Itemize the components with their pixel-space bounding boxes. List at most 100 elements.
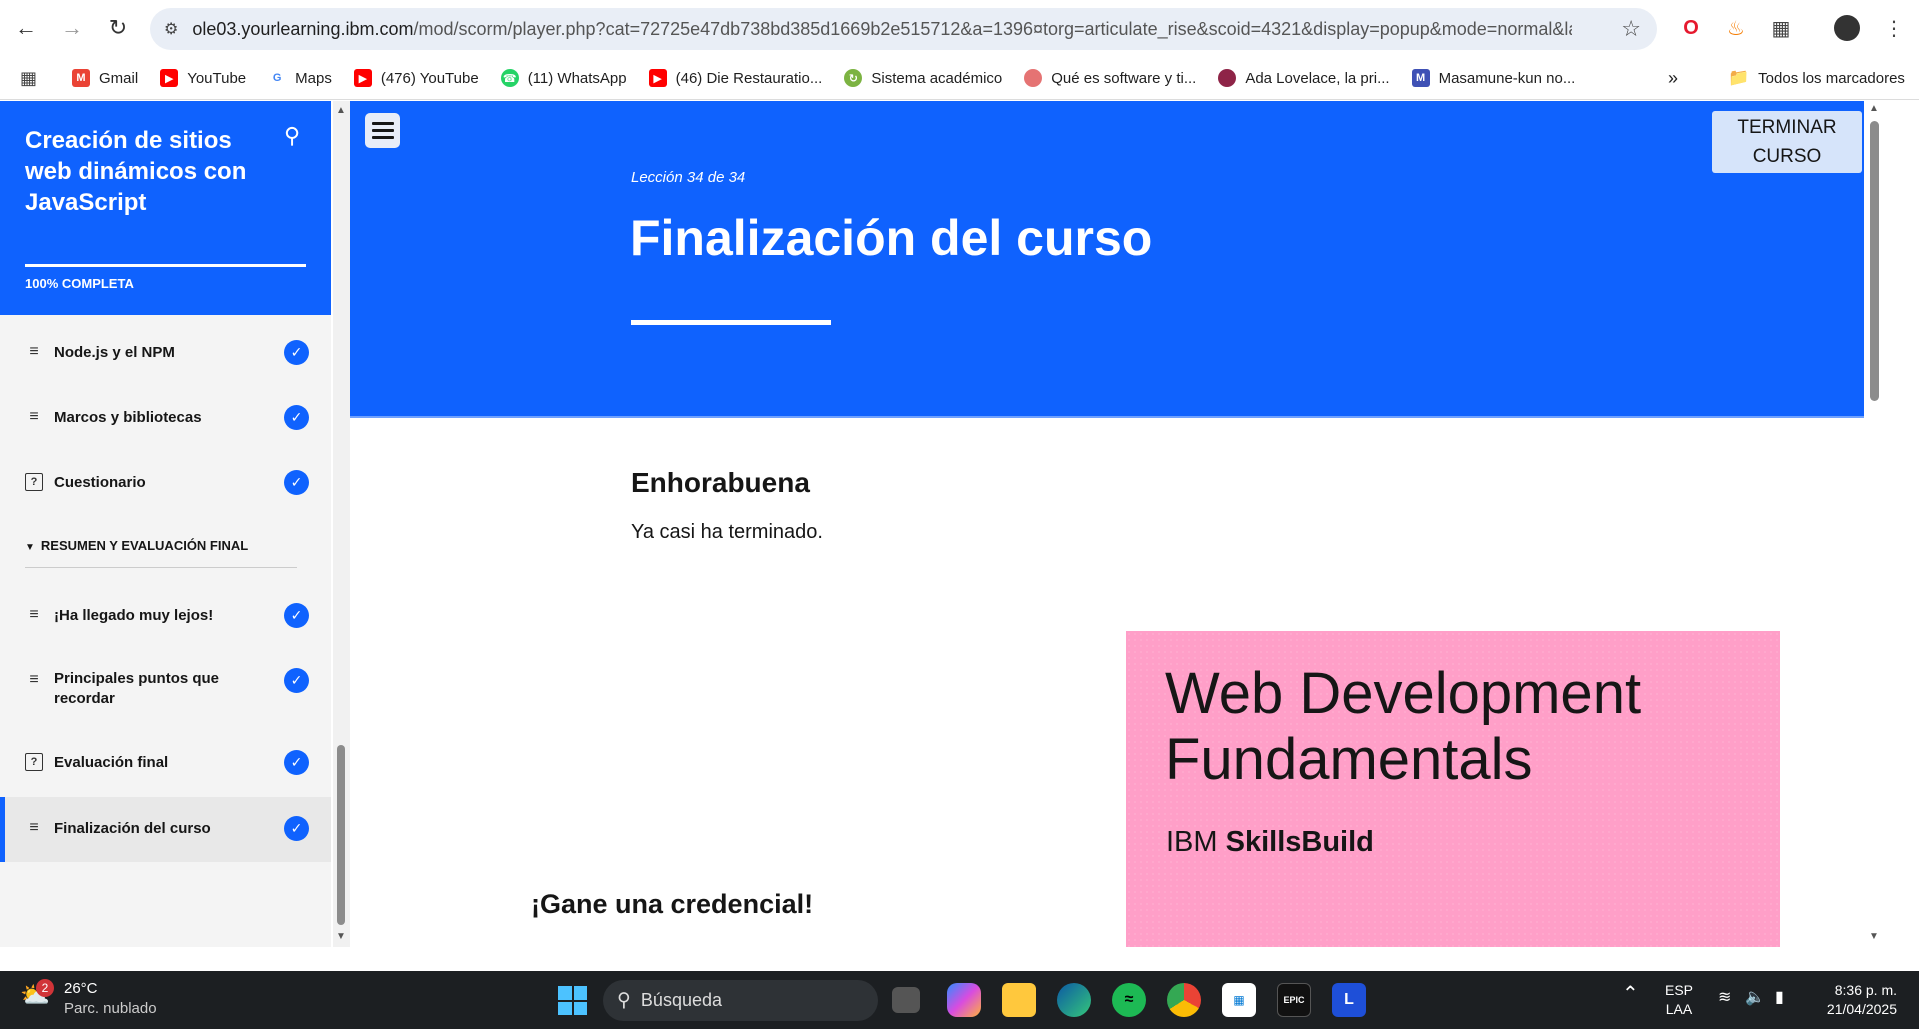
microsoft-store-icon[interactable]: ▦ [1222, 983, 1256, 1017]
sidebar-item-finalizacion[interactable]: ≡ Finalización del curso ✓ [0, 797, 331, 862]
bookmark-die-restauratio[interactable]: ▶ (46) Die Restauratio... [648, 69, 822, 87]
lesson-title: Finalización del curso [630, 210, 1153, 266]
chevron-up-icon[interactable]: ⌃ [1622, 984, 1639, 1004]
task-view-icon[interactable] [892, 987, 920, 1013]
section-divider [25, 567, 297, 568]
badge-title: Web Development Fundamentals [1165, 661, 1642, 792]
sidebar-item-cuestionario[interactable]: ? Cuestionario ✓ [0, 455, 331, 511]
sidebar-scroll-thumb[interactable] [337, 745, 345, 925]
browser-menu-icon[interactable]: ⋮ [1880, 14, 1908, 42]
site-icon [1218, 69, 1237, 87]
check-icon: ✓ [284, 405, 309, 430]
sidebar-item-label: Cuestionario [54, 474, 146, 491]
back-icon[interactable]: ← [6, 8, 46, 48]
sidebar-scrollbar[interactable]: ▲ ▼ [333, 101, 350, 947]
forward-icon[interactable]: → [52, 8, 92, 48]
scroll-down-icon[interactable]: ▼ [1869, 931, 1879, 942]
finish-course-button[interactable]: TERMINAR CURSO [1712, 111, 1862, 173]
course-sidebar: Creación de sitios web dinámicos con Jav… [0, 101, 331, 947]
scroll-up-icon[interactable]: ▲ [336, 105, 346, 116]
taskbar-search[interactable]: ⚲ Búsqueda [603, 980, 878, 1021]
bookmark-ada-lovelace[interactable]: Ada Lovelace, la pri... [1218, 69, 1390, 87]
search-icon[interactable]: ⚲ [284, 123, 300, 149]
spotify-icon[interactable]: ≈ [1112, 983, 1146, 1017]
more-bookmarks-icon[interactable]: » [1668, 68, 1678, 89]
weather-widget[interactable]: ⛅ 2 26°C Parc. nublado [20, 979, 157, 1019]
bookmark-gmail[interactable]: M Gmail [72, 69, 138, 87]
lesson-list-icon: ≡ [29, 671, 39, 688]
profile-avatar[interactable] [1834, 15, 1860, 41]
battery-icon[interactable]: ▮ [1775, 988, 1784, 1007]
sidebar-item-label: Node.js y el NPM [54, 344, 175, 361]
menu-toggle-button[interactable] [365, 113, 400, 148]
bookmark-whatsapp[interactable]: ☎ (11) WhatsApp [500, 69, 627, 87]
lesson-counter: Lección 34 de 34 [631, 169, 746, 186]
google-icon: G [268, 69, 287, 87]
lesson-content: Lección 34 de 34 Finalización del curso … [350, 101, 1919, 947]
address-bar[interactable]: ⚙ ole03.yourlearning.ibm.com/mod/scorm/p… [150, 8, 1657, 50]
folder-icon: 📁 [1728, 68, 1750, 87]
notification-badge: 2 [36, 979, 54, 997]
section-header[interactable]: ▼ RESUMEN Y EVALUACIÓN FINAL [25, 538, 248, 553]
sidebar-item-label: Evaluación final [54, 754, 169, 771]
wifi-icon[interactable]: ≋ [1718, 988, 1731, 1007]
epic-games-icon[interactable]: EPIC [1277, 983, 1311, 1017]
lesson-hero: Lección 34 de 34 Finalización del curso … [350, 101, 1864, 416]
opera-icon[interactable]: O [1677, 14, 1705, 42]
bookmark-masamune[interactable]: M Masamune-kun no... [1411, 69, 1575, 87]
sidebar-item-marcos[interactable]: ≡ Marcos y bibliotecas ✓ [0, 390, 331, 446]
title-underline [631, 320, 831, 325]
quiz-icon: ? [25, 753, 43, 771]
language-indicator[interactable]: ESP LAA [1665, 981, 1693, 1019]
bookmark-que-es-software[interactable]: Qué es software y ti... [1024, 69, 1196, 87]
course-title: Creación de sitios web dinámicos con Jav… [25, 127, 247, 216]
credential-heading: ¡Gane una credencial! [531, 889, 814, 919]
volume-icon[interactable]: 🔈 [1745, 988, 1765, 1007]
sidebar-item-label: Principales puntos que recordar [54, 670, 220, 707]
youtube-icon: ▶ [648, 69, 667, 87]
sidebar-item-principales[interactable]: ≡ Principales puntos que recordar ✓ [0, 653, 331, 725]
sidebar-item-evaluacion-final[interactable]: ? Evaluación final ✓ [0, 734, 331, 790]
reload-icon[interactable]: ↻ [98, 8, 138, 48]
copilot-icon[interactable] [947, 983, 981, 1017]
lesson-list-icon: ≡ [29, 343, 39, 360]
app-l-icon[interactable]: L [1332, 983, 1366, 1017]
windows-start-icon[interactable] [558, 986, 587, 1015]
all-bookmarks-folder[interactable]: 📁 Todos los marcadores [1728, 68, 1905, 88]
congrats-heading: Enhorabuena [631, 467, 810, 498]
sidebar-header: Creación de sitios web dinámicos con Jav… [0, 101, 331, 315]
site-icon: M [1411, 69, 1430, 87]
bookmark-youtube[interactable]: ▶ YouTube [160, 69, 246, 87]
bookmark-maps[interactable]: G Maps [268, 69, 332, 87]
file-explorer-icon[interactable] [1002, 983, 1036, 1017]
url-text[interactable]: ole03.yourlearning.ibm.com/mod/scorm/pla… [192, 19, 1572, 40]
bookmark-star-icon[interactable]: ☆ [1621, 16, 1641, 42]
badge-brand: IBM SkillsBuild [1166, 826, 1374, 858]
apps-grid-icon[interactable]: ▦ [20, 68, 37, 89]
main-scroll-thumb[interactable] [1870, 121, 1879, 401]
scroll-up-icon[interactable]: ▲ [1869, 103, 1879, 114]
check-icon: ✓ [284, 750, 309, 775]
caret-down-icon: ▼ [25, 542, 35, 553]
site-icon [1024, 69, 1043, 87]
sidebar-item-nodejs[interactable]: ≡ Node.js y el NPM ✓ [0, 325, 331, 381]
extensions-puzzle-icon[interactable]: ▦ [1767, 14, 1795, 42]
flame-extension-icon[interactable]: ♨ [1722, 14, 1750, 42]
bookmark-youtube-476[interactable]: ▶ (476) YouTube [353, 69, 479, 87]
scroll-down-icon[interactable]: ▼ [336, 931, 346, 942]
edge-icon[interactable] [1057, 983, 1091, 1017]
check-icon: ✓ [284, 816, 309, 841]
site-info-icon[interactable]: ⚙ [164, 19, 178, 39]
sidebar-item-ha-llegado[interactable]: ≡ ¡Ha llegado muy lejos! ✓ [0, 588, 331, 644]
lesson-list-icon: ≡ [29, 819, 39, 836]
hero-divider [350, 416, 1864, 418]
main-scrollbar[interactable]: ▲ ▼ [1864, 101, 1884, 947]
check-icon: ✓ [284, 668, 309, 693]
progress-bar [25, 264, 306, 267]
check-icon: ✓ [284, 470, 309, 495]
lesson-list-icon: ≡ [29, 408, 39, 425]
bookmark-sistema-academico[interactable]: ↻ Sistema académico [844, 69, 1002, 87]
browser-toolbar: ← → ↻ ⚙ ole03.yourlearning.ibm.com/mod/s… [0, 0, 1919, 57]
chrome-icon[interactable] [1167, 983, 1201, 1017]
clock[interactable]: 8:36 p. m. 21/04/2025 [1812, 981, 1897, 1019]
